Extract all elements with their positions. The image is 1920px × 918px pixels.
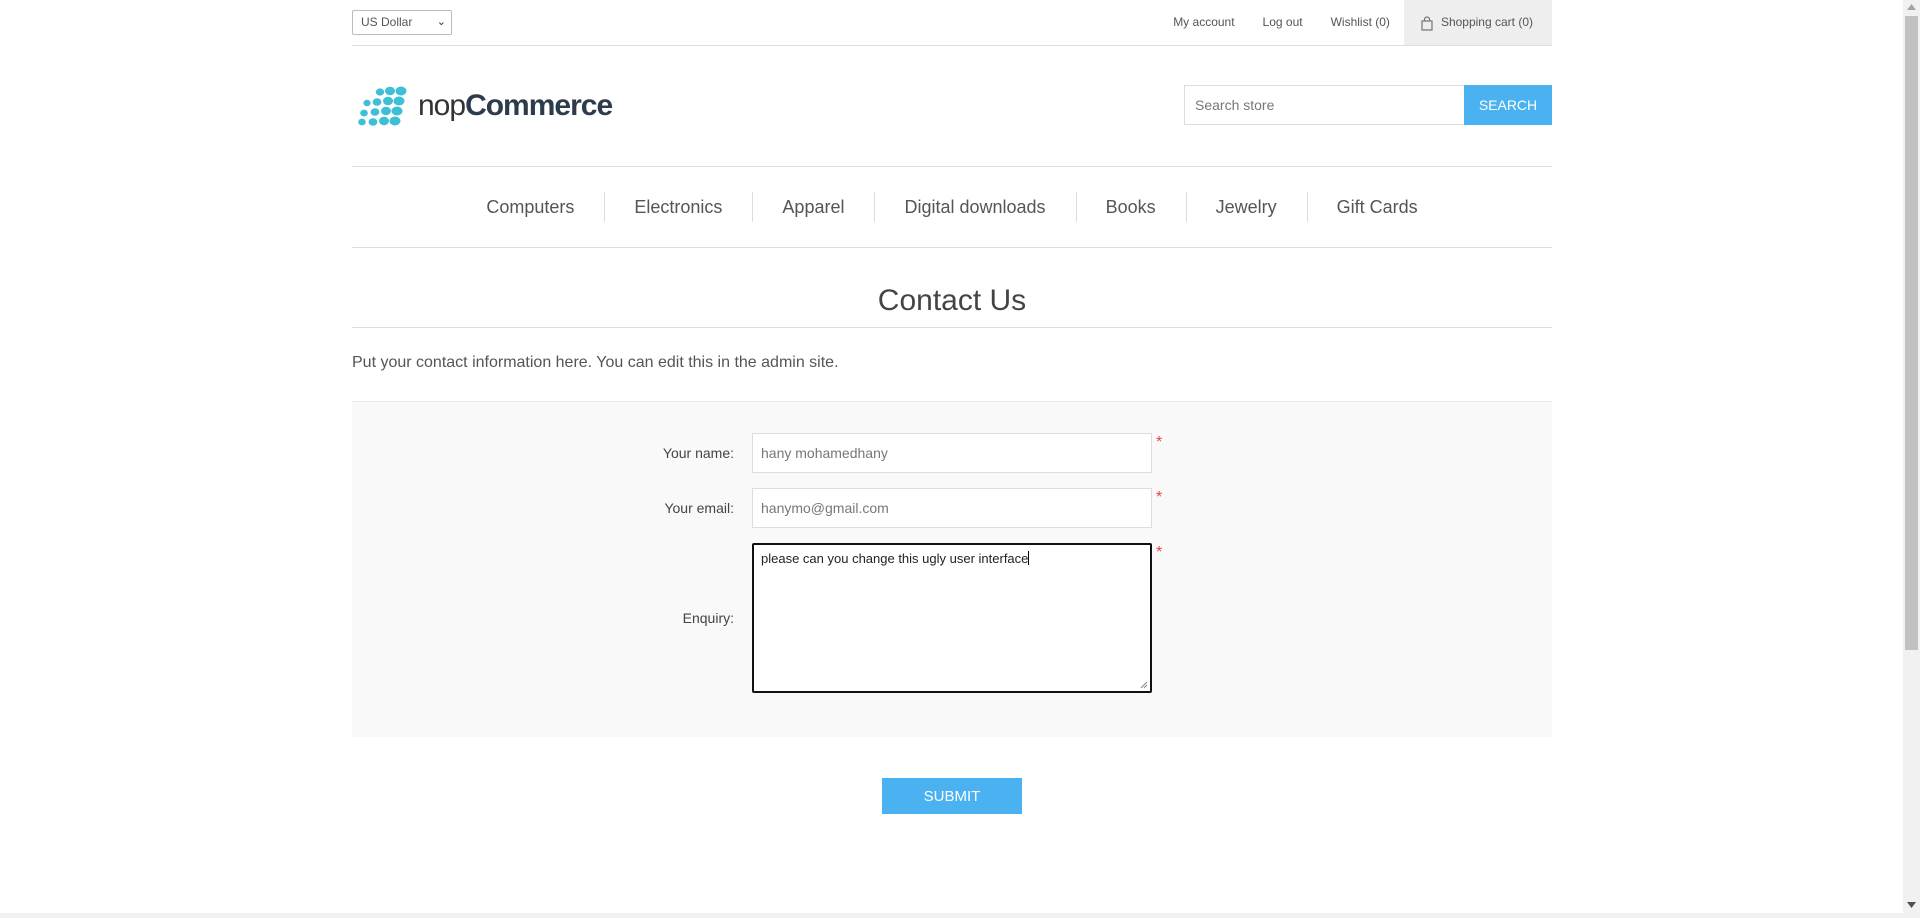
currency-selected-value: US Dollar — [361, 15, 413, 29]
search-button[interactable]: Search — [1464, 85, 1552, 125]
wishlist-link[interactable]: Wishlist (0) — [1317, 0, 1404, 45]
page-title-bar: Contact Us — [352, 278, 1552, 328]
name-label: Your name: — [662, 445, 734, 461]
logo-wordmark: nopCommerce — [418, 84, 613, 128]
menu-item-computers[interactable]: Computers — [456, 189, 604, 225]
scroll-up-arrow-icon[interactable] — [1907, 4, 1916, 10]
header-links: My account Log out Wishlist (0) Shopping… — [1159, 0, 1552, 45]
enquiry-label: Enquiry: — [682, 610, 734, 626]
header-upper: US Dollar ⌄ My account Log out Wishlist … — [352, 0, 1552, 46]
search-box: Search — [1184, 85, 1552, 125]
store-logo[interactable]: nopCommerce — [353, 84, 613, 128]
contact-form-panel: Your name: hany mohamedhany * Your email… — [352, 401, 1552, 737]
required-mark: * — [1156, 434, 1163, 451]
top-menu: Computers Electronics Apparel Digital do… — [352, 166, 1552, 248]
menu-item-books[interactable]: Books — [1075, 189, 1186, 225]
menu-item-jewelry[interactable]: Jewelry — [1185, 189, 1307, 225]
logo-text-light: nop — [418, 89, 466, 122]
shopping-cart-label: Shopping cart (0) — [1440, 15, 1533, 29]
required-mark: * — [1156, 544, 1163, 561]
email-field[interactable]: hanymo@gmail.com — [752, 488, 1152, 528]
search-input[interactable] — [1184, 85, 1464, 125]
log-out-link[interactable]: Log out — [1249, 0, 1317, 45]
shopping-cart-link[interactable]: Shopping cart (0) — [1403, 0, 1552, 45]
menu-item-electronics[interactable]: Electronics — [604, 189, 752, 225]
topic-text: Put your contact information here. You c… — [352, 354, 839, 371]
scroll-down-arrow-icon[interactable] — [1907, 902, 1916, 908]
menu-item-digital-downloads[interactable]: Digital downloads — [874, 189, 1075, 225]
nopcommerce-logo-mark-icon — [358, 86, 407, 126]
logo-text-bold: Commerce — [465, 89, 613, 122]
page-title: Contact Us — [877, 284, 1027, 317]
scrollbar-thumb[interactable] — [1905, 16, 1918, 650]
resize-grip-icon[interactable] — [1140, 681, 1148, 689]
menu-item-apparel[interactable]: Apparel — [752, 189, 874, 225]
enquiry-text: please can you change this ugly user int… — [761, 551, 1029, 566]
page: US Dollar ⌄ My account Log out Wishlist … — [0, 0, 1920, 918]
email-label: Your email: — [664, 500, 734, 516]
required-mark: * — [1156, 489, 1163, 506]
enquiry-textarea[interactable]: please can you change this ugly user int… — [752, 543, 1152, 693]
vertical-scrollbar[interactable] — [1903, 0, 1920, 918]
name-field[interactable]: hany mohamedhany — [752, 433, 1152, 473]
submit-button[interactable]: Submit — [882, 778, 1022, 814]
menu-item-gift-cards[interactable]: Gift Cards — [1306, 189, 1448, 225]
chevron-down-icon: ⌄ — [436, 16, 446, 28]
horizontal-scrollbar-edge — [0, 913, 1903, 918]
shopping-bag-icon — [1420, 15, 1434, 31]
my-account-link[interactable]: My account — [1159, 0, 1248, 45]
currency-select[interactable]: US Dollar ⌄ — [352, 10, 452, 35]
text-cursor — [1028, 551, 1030, 565]
